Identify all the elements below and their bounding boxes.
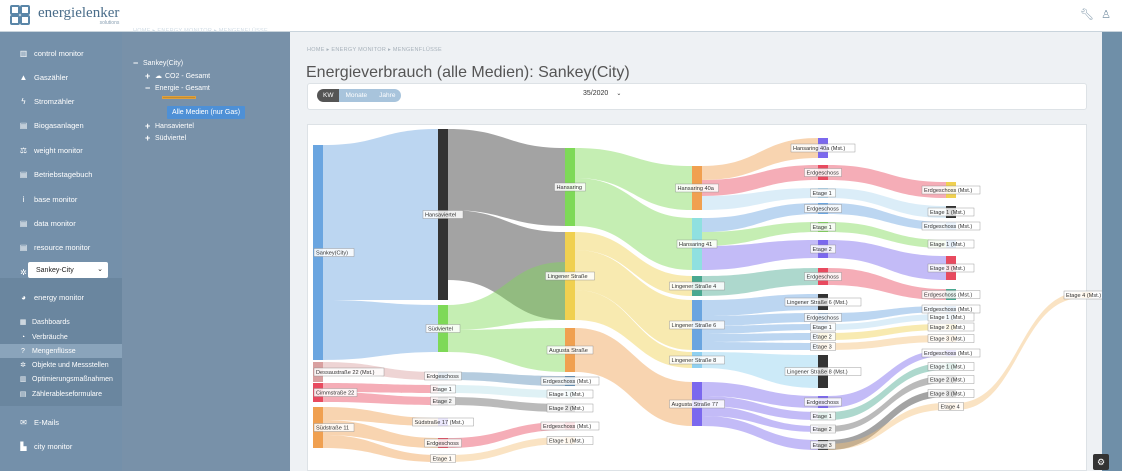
- sankey-node-label: Erdgeschoss (Mst.): [924, 351, 972, 357]
- sankey-node-label: Erdgeschoss: [807, 275, 840, 281]
- sankey-node-label: Erdgeschoss: [807, 171, 840, 177]
- sankey-node-label: Etage 3 (Mst.): [930, 266, 965, 272]
- gear-icon[interactable]: ⚙: [1093, 454, 1109, 470]
- sankey-node-label: Erdgeschoss (Mst.): [924, 293, 972, 299]
- sankey-node-label: Etage 2: [813, 247, 832, 253]
- sankey-node-label: Südstraße 17 (Mst.): [415, 420, 465, 426]
- sankey-node-label: Etage 3 (Mst.): [930, 337, 965, 343]
- sankey-node-label: Erdgeschoss: [427, 441, 460, 447]
- sankey-node-label: Erdgeschoss: [807, 400, 840, 406]
- sankey-node-label: Etage 2: [813, 427, 832, 433]
- sankey-node-label: Hansaring 40a (Mst.): [793, 146, 845, 152]
- sankey-node-label: Etage 1 (Mst.): [930, 210, 965, 216]
- sankey-node-label: Etage 1 (Mst.): [549, 439, 584, 445]
- sankey-node-label: Etage 1 (Mst.): [549, 392, 584, 398]
- sankey-node-label: Etage 1 (Mst.): [930, 315, 965, 321]
- sankey-node-label: Augusta Straße 77: [672, 402, 719, 408]
- sankey-node-label: Lingener Straße 8 (Mst.): [787, 370, 848, 376]
- sankey-node-label: Etage 4 (Mst.): [1066, 293, 1101, 299]
- sankey-link[interactable]: [323, 300, 438, 360]
- sankey-node-label: Südviertel: [428, 327, 453, 333]
- sankey-link[interactable]: [702, 333, 818, 342]
- sankey-node-label: Etage 1: [813, 325, 832, 331]
- sankey-node-label: Etage 1 (Mst.): [930, 365, 965, 371]
- sankey-node-label: Erdgeschoss: [427, 374, 460, 380]
- sankey-node-label: Hansaring 40a: [678, 186, 715, 192]
- sankey-node-label: Lingener Straße: [548, 274, 588, 280]
- sankey-node-label: Augusta Straße: [549, 348, 588, 354]
- sankey-node-label: Etage 3 (Mst.): [930, 392, 965, 398]
- sankey-node-label: Etage 3: [813, 443, 832, 449]
- sankey-node-label: Etage 4: [941, 405, 960, 411]
- sankey-node-label: Erdgeschoss (Mst.): [924, 307, 972, 313]
- sankey-node-label: Etage 1: [813, 414, 832, 420]
- sankey-node-label: Erdgeschoss (Mst.): [543, 424, 591, 430]
- right-strip: [1102, 32, 1122, 471]
- sankey-node-label: Etage 2: [433, 399, 452, 405]
- sankey-node-label: Etage 2 (Mst.): [549, 406, 584, 412]
- sankey-node-label: Etage 1: [813, 225, 832, 231]
- sankey-node-label: Etage 2: [813, 335, 832, 341]
- sankey-node-label: Erdgeschoss (Mst.): [543, 379, 591, 385]
- sankey-node-label: Cimmstraße 22: [316, 391, 354, 397]
- sankey-chart: Sankey(City) Hansaviertel Südviertel Dessau…: [313, 129, 1111, 463]
- sankey-node-label: Erdgeschoss (Mst.): [924, 188, 972, 194]
- sankey-node-label: Erdgeschoss: [807, 316, 840, 322]
- sankey-node-label: Lingener Straße 6 (Mst.): [787, 300, 848, 306]
- sankey-node-label: Dessaustraße 22 (Mst.): [316, 370, 375, 376]
- sankey-node-label: Lingener Straße 4: [672, 284, 717, 290]
- sankey-node-label: Sankey(City): [316, 251, 348, 257]
- sankey-node-label: Hansaring: [557, 185, 583, 191]
- sankey-node-label: Lingener Straße 8: [672, 358, 717, 364]
- sankey-node-label: Lingener Straße 6: [672, 323, 717, 329]
- sankey-node-label: Etage 2 (Mst.): [930, 378, 965, 384]
- sankey-link[interactable]: [323, 129, 438, 300]
- sankey-node-label: Erdgeschoss (Mst.): [924, 224, 972, 230]
- sankey-node-label: Etage 3: [813, 345, 832, 351]
- sankey-node-label: Hansaring 41: [679, 242, 712, 248]
- sankey-node-label: Etage 2 (Mst.): [930, 325, 965, 331]
- sankey-link[interactable]: [702, 342, 818, 350]
- sankey-node-label: Etage 1 (Mst.): [930, 242, 965, 248]
- sankey-node-label: Etage 1: [433, 387, 452, 393]
- sankey-node-label: Hansaviertel: [425, 213, 456, 219]
- sankey-node-label: Erdgeschoss: [807, 207, 840, 213]
- sankey-node-label: Etage 1: [813, 191, 832, 197]
- sankey-node-label: Etage 1: [433, 457, 452, 463]
- sankey-node-label: Südstraße 11: [316, 426, 349, 432]
